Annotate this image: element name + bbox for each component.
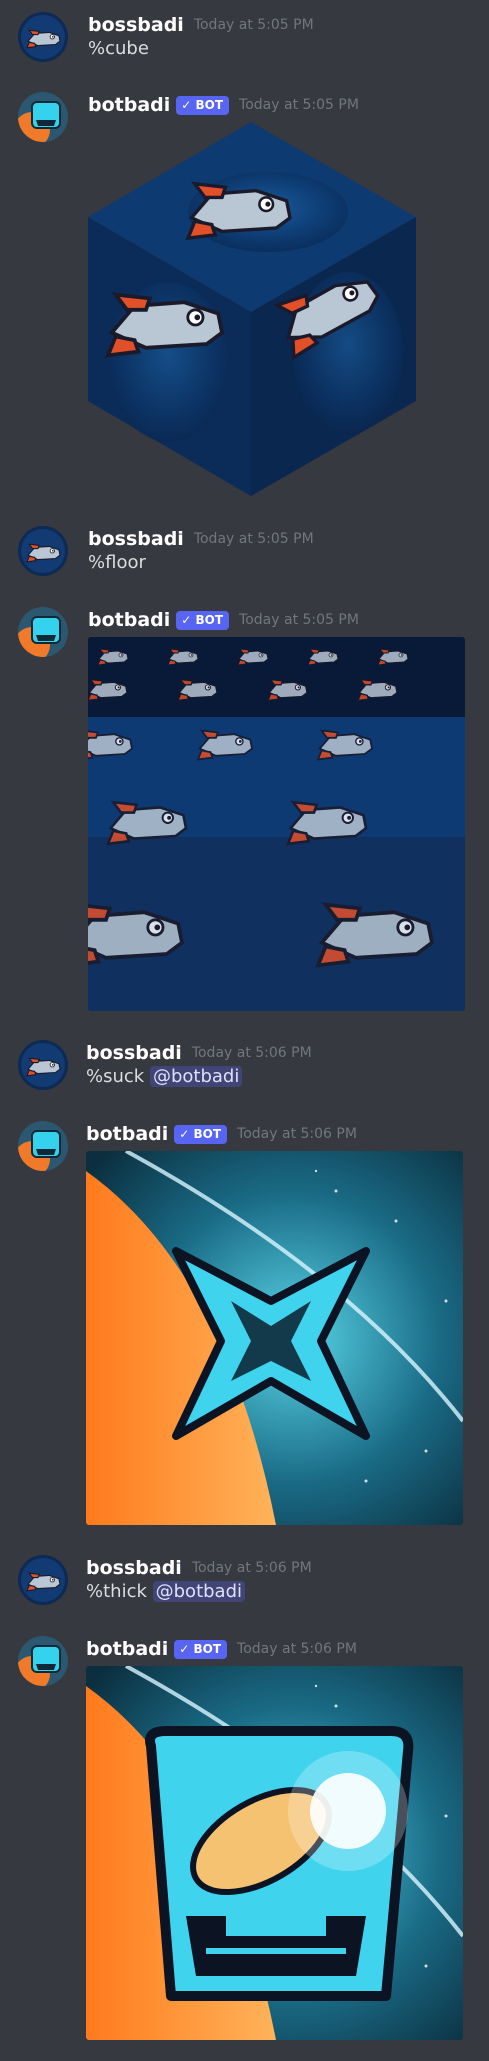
author-name[interactable]: botbadi xyxy=(88,94,170,116)
author-name[interactable]: bossbadi xyxy=(86,1557,182,1579)
message-text: %thick @botbadi xyxy=(86,1581,246,1602)
bot-badge: ✓ BOT xyxy=(174,1639,228,1659)
floor-image[interactable] xyxy=(88,637,465,1011)
message-text: %suck @botbadi xyxy=(86,1066,243,1087)
bot-badge: ✓ BOT xyxy=(176,610,230,630)
message-timestamp: Today at 5:06 PM xyxy=(191,1045,312,1061)
user-mention[interactable]: @botbadi xyxy=(152,1581,246,1602)
message-timestamp: Today at 5:06 PM xyxy=(237,1641,357,1657)
message-text: %floor xyxy=(88,552,146,573)
author-name[interactable]: botbadi xyxy=(88,609,170,631)
author-name[interactable]: botbadi xyxy=(86,1638,168,1660)
bossbadi-avatar[interactable] xyxy=(18,1555,68,1605)
message-text: %cube xyxy=(88,38,149,59)
message-timestamp: Today at 5:05 PM xyxy=(193,531,314,547)
message-timestamp: Today at 5:06 PM xyxy=(237,1126,357,1142)
botbadi-avatar[interactable] xyxy=(18,607,68,657)
botbadi-avatar[interactable] xyxy=(18,1636,68,1686)
author-name[interactable]: bossbadi xyxy=(88,14,184,36)
user-mention[interactable]: @botbadi xyxy=(149,1066,243,1087)
message-timestamp: Today at 5:05 PM xyxy=(239,612,359,628)
command-text: %floor xyxy=(88,552,146,573)
command-text: %thick xyxy=(86,1581,147,1602)
botbadi-avatar[interactable] xyxy=(18,1121,68,1171)
author-name[interactable]: bossbadi xyxy=(88,528,184,550)
bossbadi-avatar[interactable] xyxy=(18,12,68,62)
message-timestamp: Today at 5:05 PM xyxy=(239,97,359,113)
thick-image[interactable] xyxy=(86,1666,463,2040)
command-text: %suck xyxy=(86,1066,145,1087)
bot-badge: ✓ BOT xyxy=(176,95,230,115)
author-name[interactable]: bossbadi xyxy=(86,1042,182,1064)
bossbadi-avatar[interactable] xyxy=(18,1040,68,1090)
author-name[interactable]: botbadi xyxy=(86,1123,168,1145)
message-timestamp: Today at 5:06 PM xyxy=(191,1560,312,1576)
bossbadi-avatar[interactable] xyxy=(18,526,68,576)
botbadi-avatar[interactable] xyxy=(18,92,68,142)
command-text: %cube xyxy=(88,38,149,59)
bot-badge: ✓ BOT xyxy=(174,1124,228,1144)
message-timestamp: Today at 5:05 PM xyxy=(193,17,314,33)
cube-image[interactable] xyxy=(88,122,418,496)
suck-image[interactable] xyxy=(86,1151,463,1525)
